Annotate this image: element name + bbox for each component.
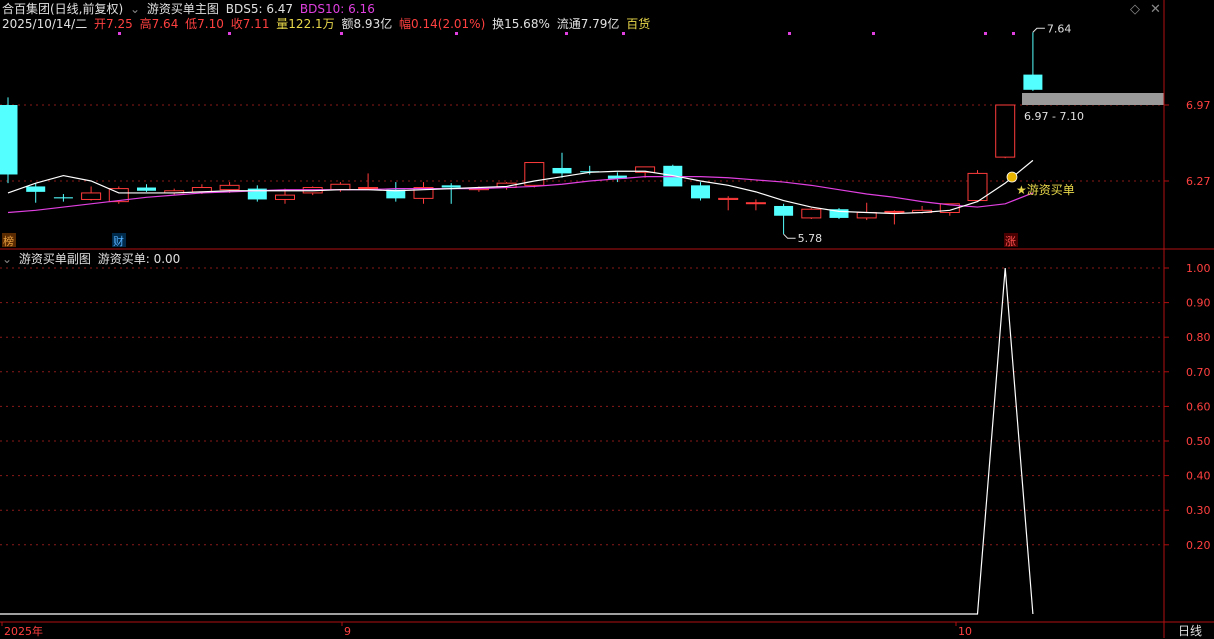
candle-body-down xyxy=(441,185,461,188)
candle-body-down xyxy=(1023,74,1043,90)
candlestick-series xyxy=(0,32,1043,235)
signal-dot xyxy=(984,32,987,35)
signal-dot xyxy=(118,32,121,35)
sub-tick-label: 0.70 xyxy=(1186,366,1211,379)
sub-indicator-value: 游资买单: 0.00 xyxy=(97,252,181,266)
close-icon[interactable]: ✕ xyxy=(1150,2,1161,17)
candle-body-up xyxy=(718,197,739,200)
candle-body-down xyxy=(774,205,794,216)
header-line-2: 2025/10/14/二 开7.25 高7.64 低7.10 收7.11 量12… xyxy=(2,15,653,32)
sub-tick-label: 0.80 xyxy=(1186,331,1211,344)
signal-dot xyxy=(622,32,625,35)
bds5-value: BDS5: 6.47 xyxy=(225,2,294,16)
volume-value: 量122.1万 xyxy=(276,17,335,31)
indicator-dropdown-icon[interactable]: ⌄ xyxy=(130,2,140,16)
close-value: 收7.11 xyxy=(230,17,270,31)
range-label: 6.97 - 7.10 xyxy=(1024,110,1084,123)
timeframe-label[interactable]: 日线 xyxy=(1178,622,1202,639)
low-pointer xyxy=(783,233,796,239)
sub-tick-label: 0.60 xyxy=(1186,400,1211,413)
candle-body-up xyxy=(995,104,1016,158)
candle-body-up xyxy=(330,183,351,191)
sub-tick-label: 0.30 xyxy=(1186,504,1211,517)
stock-title[interactable]: 合百集团(日线,前复权) xyxy=(2,2,123,16)
sub-tick-label: 1.00 xyxy=(1186,262,1211,275)
low-label: 5.78 xyxy=(798,232,823,245)
change-value: 幅0.14(2.01%) xyxy=(399,17,486,31)
sub-indicator-name[interactable]: 游资买单副图 xyxy=(19,252,91,266)
signal-dot xyxy=(788,32,791,35)
high-label: 7.64 xyxy=(1047,22,1072,35)
candle-body-down xyxy=(53,197,73,199)
signal-label: ★游资买单 xyxy=(1016,183,1075,197)
chart-annotations: 6.97 - 7.10 7.64 5.78 ★游资买单榜 财 涨 xyxy=(2,22,1164,248)
turnover-value: 换15.68% xyxy=(492,17,550,31)
signal-dot xyxy=(455,32,458,35)
x-tick-label: 10 xyxy=(958,625,972,638)
signal-dot xyxy=(872,32,875,35)
candle-body-up xyxy=(801,208,822,219)
open-value: 开7.25 xyxy=(94,17,133,31)
candle-body-up xyxy=(745,202,766,205)
main-tick-label: 6.97 xyxy=(1186,99,1211,112)
candle-body-down xyxy=(691,185,710,199)
sub-tick-label: 0.40 xyxy=(1186,470,1211,483)
ma10-line xyxy=(7,176,1034,214)
candle-body-up xyxy=(81,192,102,200)
main-panel-grid xyxy=(0,104,1164,182)
sub-panel-grid xyxy=(0,267,1164,546)
signal-dot xyxy=(228,32,231,35)
candle-body-up xyxy=(358,187,379,190)
float-cap-value: 流通7.79亿 xyxy=(556,17,620,31)
signal-dot xyxy=(565,32,568,35)
high-pointer xyxy=(1032,27,1045,33)
candle-body-up xyxy=(884,210,905,213)
amount-value: 额8.93亿 xyxy=(341,17,393,31)
sub-tick-label: 0.90 xyxy=(1186,297,1211,310)
bds10-value: BDS10: 6.16 xyxy=(299,2,375,16)
price-range-box xyxy=(1022,93,1164,105)
moving-average-lines xyxy=(7,159,1034,215)
candle-body-down xyxy=(137,187,156,191)
x-tick-label: 9 xyxy=(344,625,351,638)
x-tick-label: 2025年 xyxy=(4,624,43,638)
candle-body-up xyxy=(967,172,988,202)
event-marker: 涨 xyxy=(1005,235,1016,248)
collapse-icon[interactable]: ◇ xyxy=(1130,2,1140,17)
candle-body-up xyxy=(275,194,295,200)
sub-panel-header: ⌄ 游资买单副图 游资买单: 0.00 xyxy=(2,250,183,267)
sector-value[interactable]: 百货 xyxy=(626,17,650,31)
low-value: 低7.10 xyxy=(185,17,224,31)
candle-body-down xyxy=(552,167,572,174)
event-marker: 财 xyxy=(113,234,124,248)
candle-body-up xyxy=(219,184,240,191)
event-marker: 榜 xyxy=(3,234,14,248)
sub-tick-label: 0.20 xyxy=(1186,539,1211,552)
signal-dot xyxy=(1012,32,1015,35)
coin-icon xyxy=(1006,171,1018,183)
sub-dropdown-icon[interactable]: ⌄ xyxy=(2,252,12,266)
bar-date: 2025/10/14/二 xyxy=(2,17,88,31)
high-value: 高7.64 xyxy=(139,17,179,31)
main-tick-label: 6.27 xyxy=(1186,175,1211,188)
sub-tick-label: 0.50 xyxy=(1186,435,1211,448)
candle-body-down xyxy=(0,105,18,175)
candle-body-down xyxy=(26,186,46,192)
signal-dot xyxy=(340,32,343,35)
indicator-name[interactable]: 游资买单主图 xyxy=(147,2,219,16)
stock-chart[interactable]: 6.97 - 7.10 7.64 5.78 ★游资买单榜 财 涨 6.27 6.97 0.20… xyxy=(0,0,1214,638)
